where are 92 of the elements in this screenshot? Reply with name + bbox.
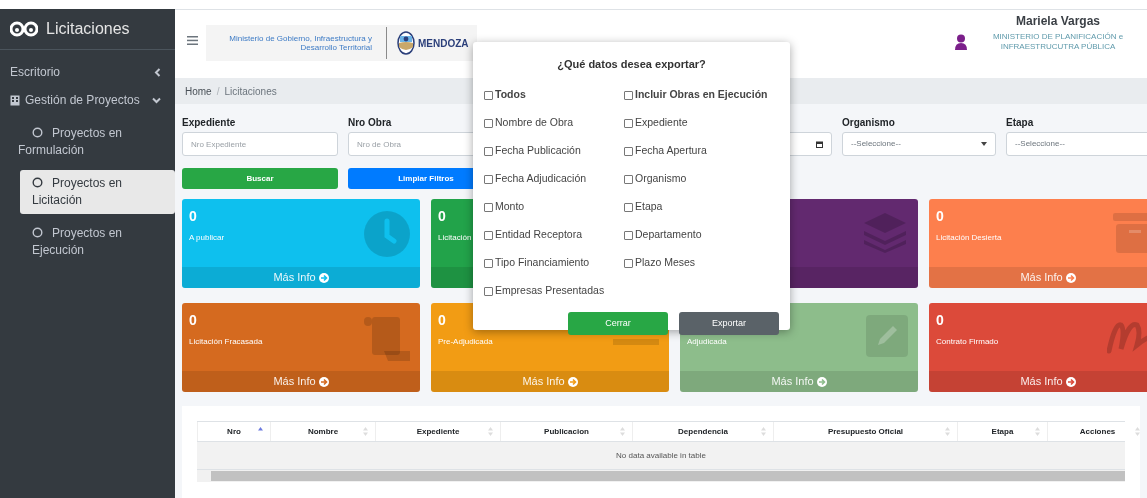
checkbox-option[interactable]: Todos <box>484 81 624 109</box>
text-field[interactable]: Nro Expediente <box>182 132 338 156</box>
building-icon <box>10 94 20 106</box>
shield-logo-icon <box>397 31 415 55</box>
sidebar-item[interactable]: Gestión de Proyectos <box>2 86 173 114</box>
province-name: MENDOZA <box>418 36 470 51</box>
checkbox-option[interactable]: Organismo <box>624 165 779 193</box>
more-info-link[interactable]: Más Info <box>273 373 329 390</box>
card-count: 0 <box>438 207 446 225</box>
select-field[interactable]: --Seleccione-- <box>842 132 996 156</box>
column-header[interactable]: Nombre <box>270 422 375 441</box>
checkbox-option[interactable]: Fecha Apertura <box>624 137 779 165</box>
card-label: Adjudicada <box>687 336 727 348</box>
arrow-right-icon <box>1065 272 1076 283</box>
card-label: Licitación <box>438 232 472 244</box>
more-info-link[interactable]: Más Info <box>1020 373 1076 390</box>
column-header[interactable]: Expediente <box>375 422 500 441</box>
card-label: A publicar <box>189 232 225 244</box>
field-label: Organismo <box>842 116 895 129</box>
caret-icon <box>981 142 987 146</box>
checkbox[interactable] <box>624 146 633 156</box>
arrow-right-icon <box>1065 376 1076 387</box>
user-organization: MINISTERIO DE PLANIFICACIÓN e INFRAESTRUCUTRA PÚBLICA <box>991 32 1125 52</box>
sidebar-subitem[interactable]: Proyectos en Formulación <box>18 120 158 164</box>
empty-table-message: No data available in table <box>616 449 706 462</box>
checkbox[interactable] <box>484 258 493 268</box>
brand-title: Licitaciones <box>46 19 130 39</box>
checkbox[interactable] <box>484 202 493 212</box>
select-field[interactable]: --Seleccione-- <box>1006 132 1147 156</box>
user-name: Mariela Vargas <box>1015 13 1101 30</box>
card-count: 0 <box>438 311 446 329</box>
card-label: Pre-Adjudicada <box>438 336 493 348</box>
circle-icon <box>32 227 43 238</box>
dialog-title: ¿Qué datos desea exportar? <box>556 57 707 73</box>
checkbox-option[interactable]: Empresas Presentadas <box>484 277 624 305</box>
column-header[interactable]: Etapa <box>957 422 1047 441</box>
card-count: 0 <box>189 207 197 225</box>
checkbox[interactable] <box>484 146 493 156</box>
arrow-right-icon <box>816 376 827 387</box>
checkbox[interactable] <box>484 90 493 100</box>
checkbox-option[interactable]: Plazo Meses <box>624 249 779 277</box>
breadcrumb-separator: / <box>216 84 220 99</box>
ministry-logo-text: Ministerio de Gobierno, Infraestructura y Desarrollo Territorial <box>228 34 373 52</box>
checkbox[interactable] <box>624 230 633 240</box>
breadcrumb-current: Licitaciones <box>224 84 277 99</box>
field-label: Nro Obra <box>348 116 392 129</box>
card-count: 0 <box>189 311 197 329</box>
checkbox-option[interactable]: Tipo Financiamiento <box>484 249 624 277</box>
column-header[interactable]: Dependencia <box>632 422 773 441</box>
checkbox[interactable] <box>484 286 493 296</box>
dialog-button[interactable]: Exportar <box>679 312 779 335</box>
checkbox[interactable] <box>484 230 493 240</box>
card-count: 0 <box>936 207 944 225</box>
arrow-right-icon <box>567 376 578 387</box>
card-label: Licitación Desierta <box>936 232 1002 244</box>
horizontal-scrollbar[interactable] <box>197 470 1125 482</box>
checkbox-option[interactable]: Entidad Receptora <box>484 221 624 249</box>
field-label: Expediente <box>182 116 236 129</box>
breadcrumb-link[interactable]: Home <box>185 83 212 99</box>
arrow-right-icon <box>318 376 329 387</box>
checkbox-option[interactable]: Departamento <box>624 221 779 249</box>
checkbox[interactable] <box>624 118 633 128</box>
checkbox[interactable] <box>624 174 633 184</box>
checkbox-option[interactable]: Expediente <box>624 109 779 137</box>
checkbox[interactable] <box>484 118 493 128</box>
checkbox-option[interactable]: Incluir Obras en Ejecución <box>624 81 779 109</box>
checkbox-option[interactable]: Monto <box>484 193 624 221</box>
arrow-right-icon <box>318 272 329 283</box>
card-count: 0 <box>936 311 944 329</box>
card-label: Contrato Firmado <box>936 336 999 348</box>
sidebar-item[interactable]: Escritorio <box>2 58 173 86</box>
logo-icon <box>10 21 38 37</box>
sidebar-subitem[interactable]: Proyectos en Ejecución <box>20 220 175 264</box>
column-header[interactable]: Acciones <box>1047 422 1147 441</box>
checkbox-option[interactable]: Etapa <box>624 193 779 221</box>
user-icon <box>955 34 967 50</box>
circle-icon <box>32 177 43 188</box>
circle-icon <box>32 127 43 138</box>
field-label: Etapa <box>1006 116 1034 129</box>
checkbox[interactable] <box>624 202 633 212</box>
column-header[interactable]: Publicacion <box>500 422 632 441</box>
checkbox[interactable] <box>624 90 633 100</box>
chevron-left-icon <box>154 67 161 77</box>
column-header[interactable]: Nro <box>197 422 270 441</box>
checkbox[interactable] <box>484 174 493 184</box>
menu-icon[interactable] <box>187 36 198 45</box>
column-header[interactable]: Presupuesto Oficial <box>773 422 957 441</box>
checkbox[interactable] <box>624 258 633 268</box>
card-label: Licitación Fracasada <box>189 336 263 348</box>
sidebar-subitem[interactable]: Proyectos en Licitación <box>20 170 175 214</box>
calendar-icon[interactable] <box>816 140 823 148</box>
chevron-down-icon <box>152 96 161 104</box>
